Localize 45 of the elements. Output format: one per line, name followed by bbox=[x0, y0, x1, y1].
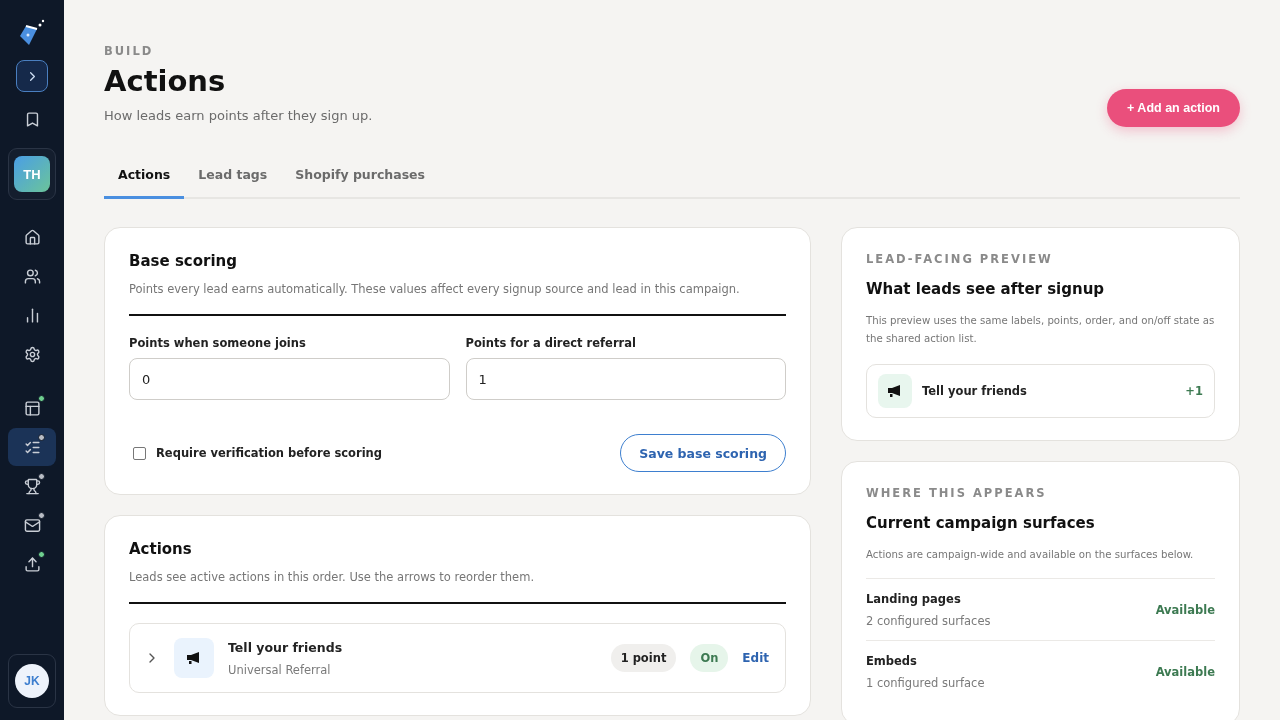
card-eyebrow: WHERE THIS APPEARS bbox=[866, 486, 1048, 500]
card-title: Current campaign surfaces bbox=[866, 514, 1096, 532]
card-description: Points every lead earns automatically. These values affect every signup source and lead in this campaign. bbox=[129, 281, 741, 298]
user-avatar[interactable]: JK bbox=[15, 664, 49, 698]
layout-icon bbox=[23, 399, 41, 417]
page-title: Actions bbox=[104, 64, 227, 98]
section-eyebrow: BUILD bbox=[104, 44, 155, 58]
tab[interactable]: Shopify purchases bbox=[281, 159, 440, 199]
availability-status: Available bbox=[1155, 665, 1215, 679]
expand-sidebar-button[interactable] bbox=[16, 60, 48, 92]
megaphone-icon bbox=[887, 384, 903, 398]
points-input[interactable]: 1 bbox=[465, 358, 786, 400]
card-description: This preview uses the same labels, points, order, and on/off state as the shared action list. bbox=[866, 314, 1215, 346]
surface-detail: 1 configured surface bbox=[866, 676, 985, 690]
upload-icon bbox=[23, 555, 41, 573]
card-title: Actions bbox=[129, 540, 193, 558]
action-name: Tell your friends bbox=[228, 639, 344, 655]
points-value: +1 bbox=[1185, 384, 1203, 398]
megaphone-icon bbox=[186, 651, 202, 665]
edit-link[interactable]: Edit bbox=[742, 651, 769, 665]
surface-name: Landing pages bbox=[866, 592, 962, 606]
status-badge: On bbox=[690, 644, 729, 672]
card-description: Leads see active actions in this order. Use the arrows to reorder them. bbox=[129, 569, 536, 586]
nav-button[interactable] bbox=[8, 428, 56, 466]
field-label: Points for a direct referral bbox=[465, 336, 637, 350]
mail-icon bbox=[23, 516, 41, 534]
add-action-button[interactable]: + Add an action bbox=[1107, 89, 1240, 127]
action-type: Universal Referral bbox=[228, 662, 332, 677]
points-input[interactable]: 0 bbox=[129, 358, 450, 400]
action-name: Tell your friends bbox=[922, 384, 1028, 398]
trophy-icon bbox=[23, 477, 41, 495]
page-subtitle: How leads earn points after they sign up. bbox=[104, 108, 373, 123]
card-title: What leads see after signup bbox=[866, 280, 1106, 298]
points-badge: 1 point bbox=[610, 644, 677, 672]
card-description: Actions are campaign-wide and available on the surfaces below. bbox=[866, 548, 1195, 562]
tab[interactable]: Actions bbox=[104, 159, 185, 199]
save-base-scoring-button[interactable]: Save base scoring bbox=[620, 434, 786, 472]
card-eyebrow: LEAD-FACING PREVIEW bbox=[866, 252, 1054, 266]
tab[interactable]: Lead tags bbox=[184, 159, 282, 199]
surface-name: Embeds bbox=[866, 654, 918, 668]
card-title: Base scoring bbox=[129, 252, 238, 270]
surface-detail: 2 configured surfaces bbox=[866, 614, 991, 628]
field-label: Points when someone joins bbox=[129, 336, 307, 350]
availability-status: Available bbox=[1155, 603, 1215, 617]
verification-checkbox[interactable]: Require verification before scoring bbox=[129, 446, 383, 460]
